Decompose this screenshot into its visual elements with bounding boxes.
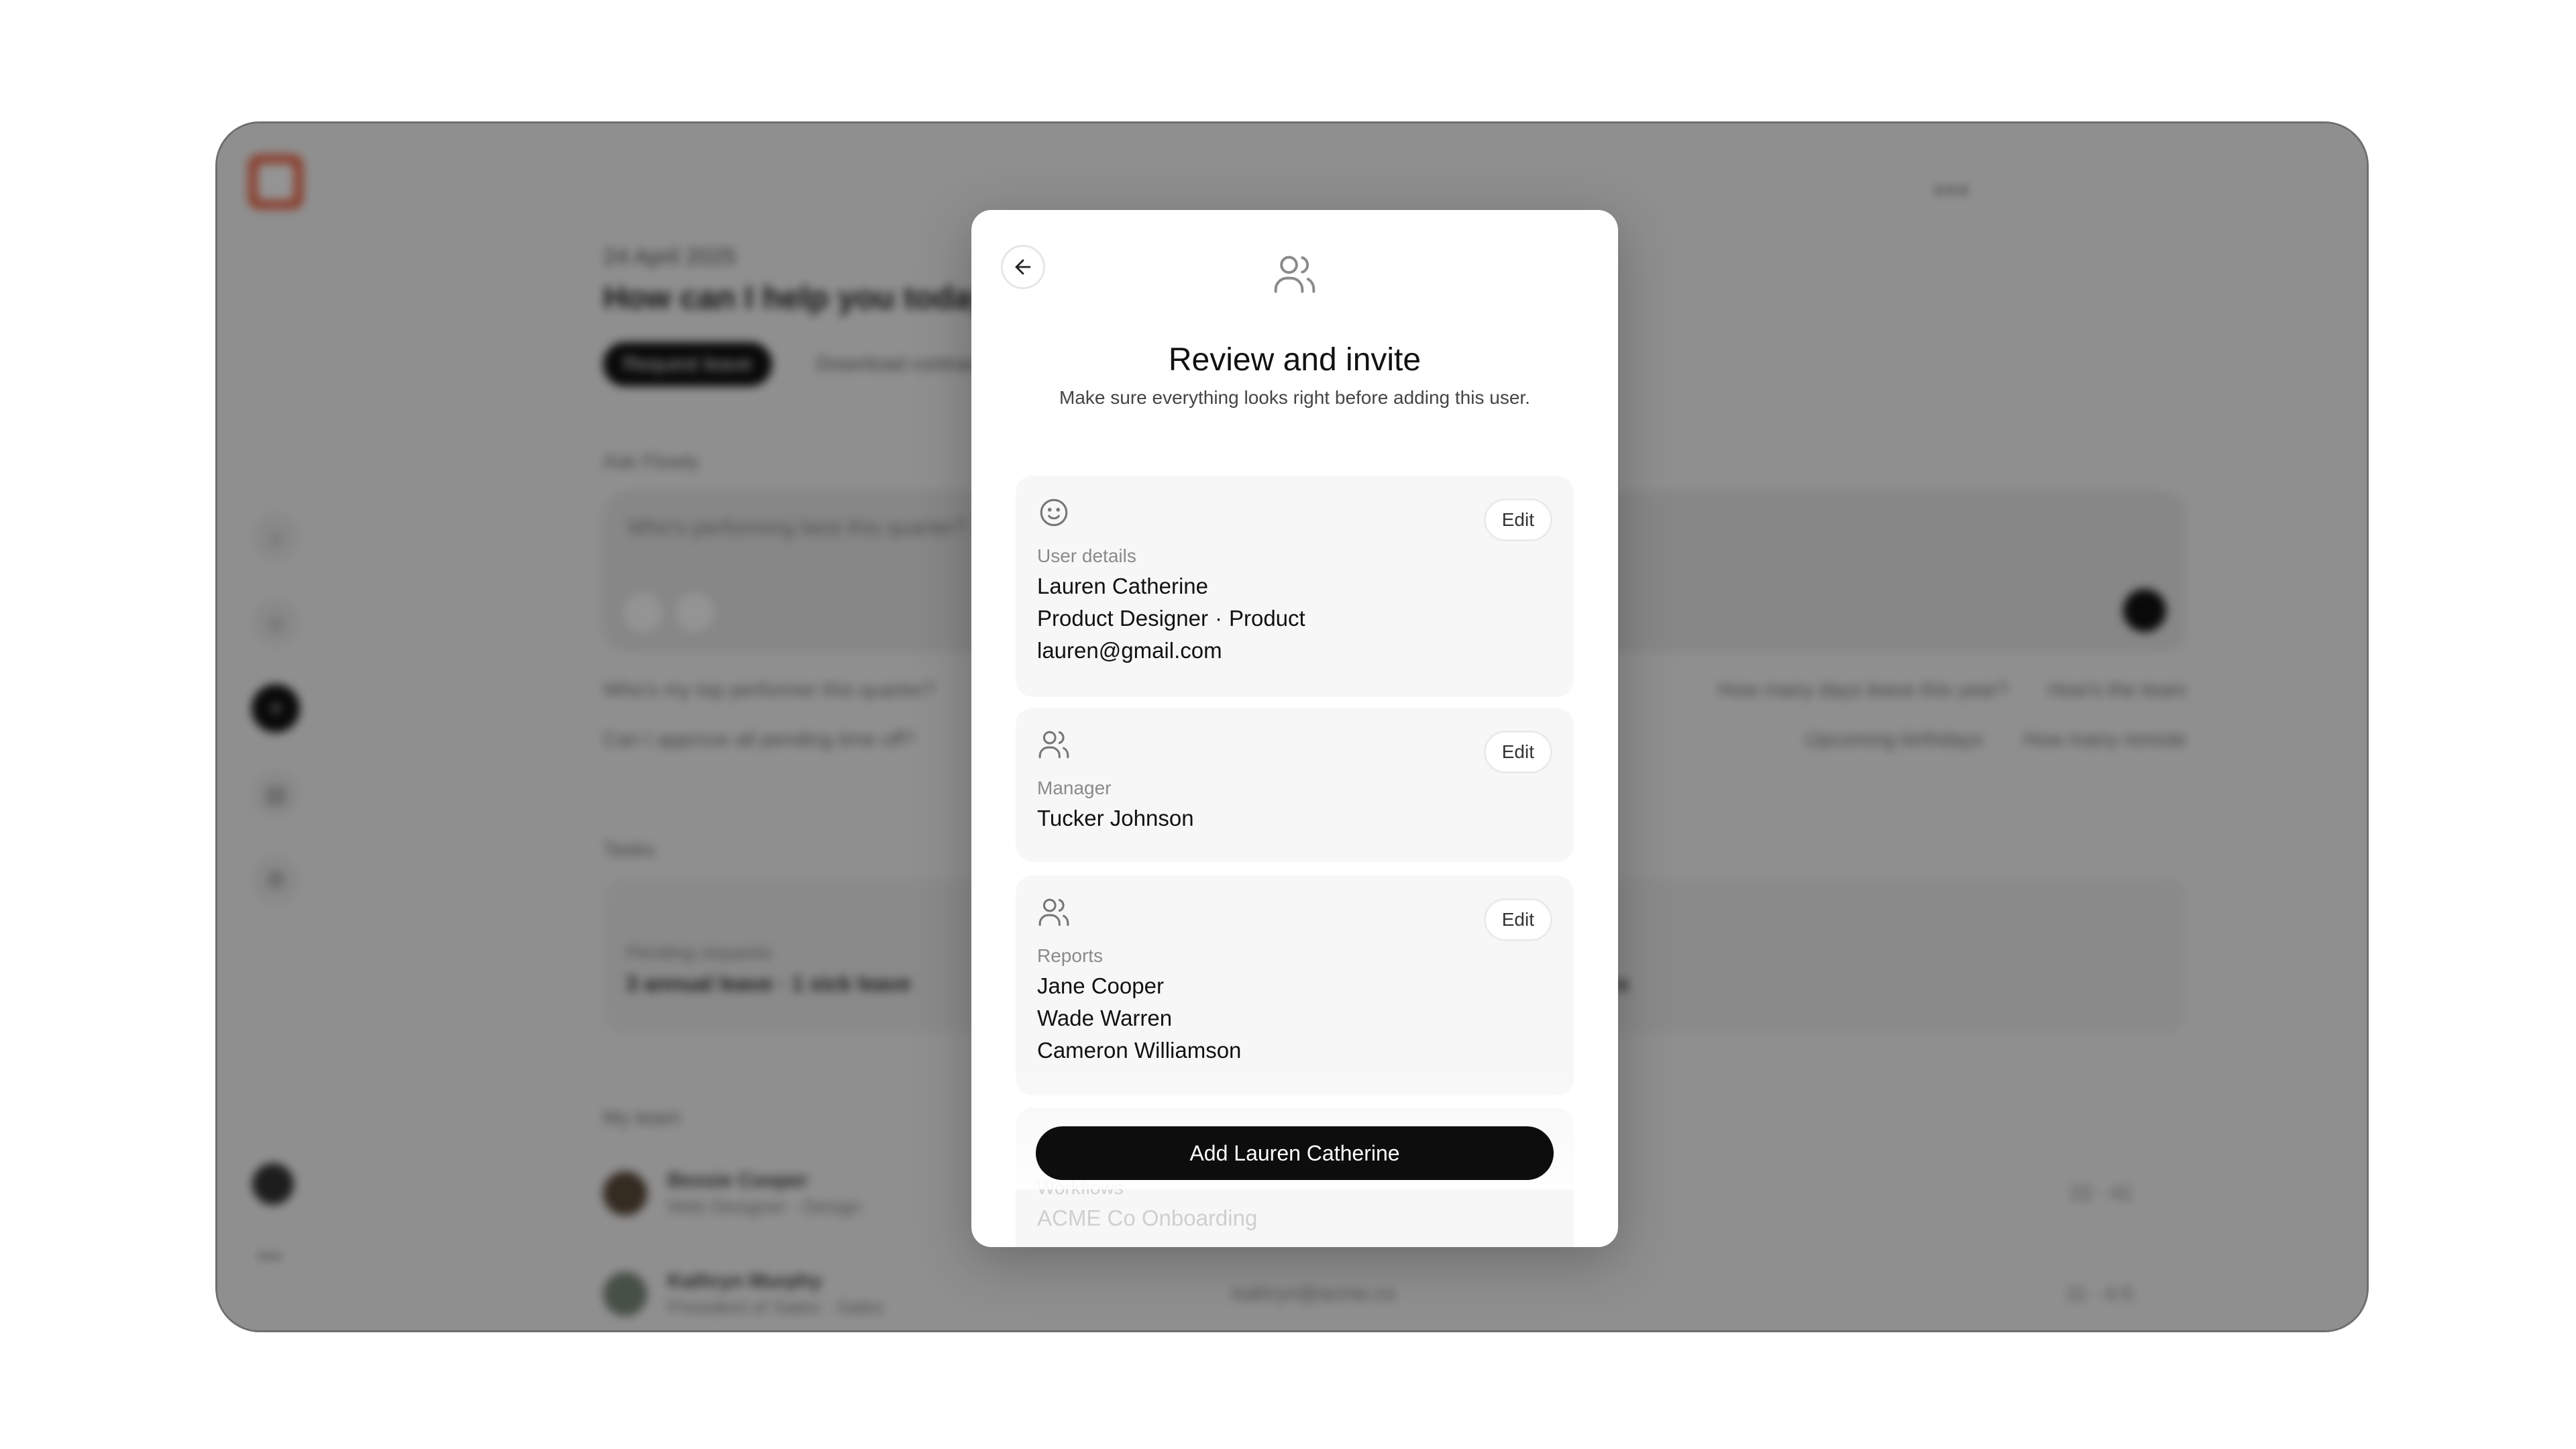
report-name: Jane Cooper — [1037, 973, 1164, 998]
review-invite-dialog: Review and invite Make sure everything l… — [971, 210, 1618, 1247]
section-label: Reports — [1037, 945, 1104, 966]
manager-section: Edit Manager Tucker Johnson — [1016, 708, 1574, 862]
section-label: Manager — [1037, 777, 1112, 798]
user-role-line: Product Designer · Product — [1037, 606, 1552, 631]
arrow-left-icon — [1015, 259, 1031, 275]
user-details-section: Edit User details Lauren Catherine Produ… — [1016, 476, 1574, 697]
user-job-title: Product Designer — [1037, 606, 1208, 631]
edit-reports-button[interactable]: Edit — [1483, 898, 1552, 941]
smiley-icon — [1040, 498, 1068, 527]
users-icon — [1038, 898, 1069, 926]
manager-name: Tucker Johnson — [1037, 806, 1194, 830]
reports-section: Edit Reports Jane Cooper Wade Warren Cam… — [1016, 875, 1574, 1095]
report-name: Wade Warren — [1037, 1006, 1173, 1030]
user-email: lauren@gmail.com — [1037, 638, 1222, 663]
back-button[interactable] — [1001, 245, 1045, 289]
add-user-button[interactable]: Add Lauren Catherine — [1036, 1126, 1554, 1180]
user-name: Lauren Catherine — [1037, 574, 1209, 598]
user-department: Product — [1228, 606, 1305, 631]
dialog-title: Review and invite — [1168, 342, 1421, 378]
dialog-subtitle: Make sure everything looks right before … — [1059, 387, 1530, 408]
users-icon — [1038, 731, 1069, 759]
users-icon — [1274, 256, 1316, 293]
report-name: Cameron Williamson — [1037, 1038, 1242, 1063]
section-label: User details — [1037, 545, 1136, 566]
section-label: Workflows — [1037, 1177, 1124, 1198]
edit-user-details-button[interactable]: Edit — [1483, 498, 1552, 541]
edit-manager-button[interactable]: Edit — [1483, 731, 1552, 773]
workflow-name: ACME Co Onboarding — [1037, 1205, 1258, 1230]
separator-dot: · — [1214, 606, 1222, 631]
